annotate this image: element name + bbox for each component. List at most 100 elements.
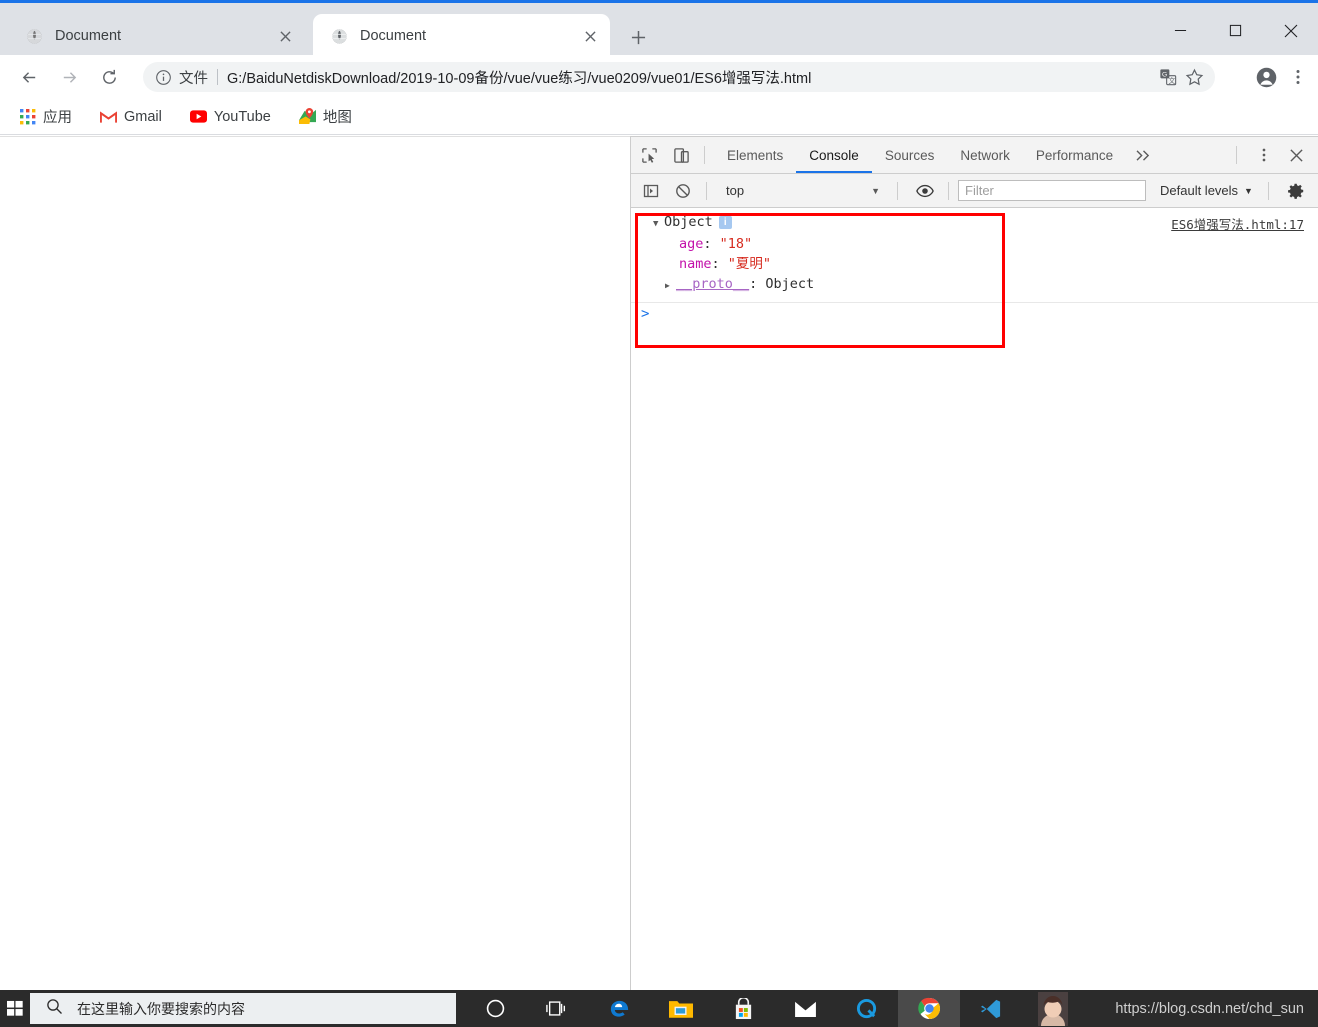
quark-browser-icon[interactable] (836, 990, 898, 1027)
object-proto-row[interactable]: ▶ __proto__: Object (653, 274, 1318, 296)
translate-icon[interactable]: G文 (1155, 64, 1181, 90)
toolbar-divider (948, 181, 949, 200)
bookmark-label: Gmail (124, 108, 162, 125)
svg-text:文: 文 (1168, 76, 1175, 85)
console-toolbar: top ▼ Filter Default levels ▼ (631, 174, 1318, 208)
tab-close-icon[interactable] (578, 24, 602, 48)
browser-toolbar: 文件 G:/BaiduNetdiskDownload/2019-10-09备份/… (0, 55, 1318, 99)
devtools-tab-elements[interactable]: Elements (714, 137, 796, 173)
maximize-icon[interactable] (1208, 6, 1263, 55)
property-key: age (679, 236, 704, 252)
windows-taskbar: 在这里输入你要搜索的内容 https://blog.csdn.net/chd_s… (0, 990, 1318, 1027)
toolbar-divider (1236, 146, 1237, 164)
toolbar-right-actions (1250, 62, 1314, 92)
arrow-right-icon[interactable] (54, 62, 84, 92)
browser-tab-1[interactable]: Document (313, 14, 610, 58)
property-key: name (679, 256, 712, 272)
task-view-icon[interactable] (526, 990, 588, 1027)
url-text: G:/BaiduNetdiskDownload/2019-10-09备份/vue… (227, 70, 812, 87)
toolbar-divider (897, 181, 898, 200)
property-value: "夏明" (727, 256, 772, 272)
proto-colon: : (749, 276, 766, 292)
more-vertical-icon[interactable] (1250, 141, 1278, 169)
console-message-row[interactable]: ES6增强写法.html:17 ▼ Object i age: "18" name:… (631, 208, 1318, 298)
bookmark-maps[interactable]: 地图 (296, 104, 355, 130)
file-explorer-icon[interactable] (650, 990, 712, 1027)
object-label: Object (664, 214, 713, 230)
reload-icon[interactable] (94, 62, 124, 92)
live-expression-eye-icon[interactable] (911, 177, 939, 205)
clear-console-icon[interactable] (669, 177, 697, 205)
browser-titlebar: Document Document (0, 0, 1318, 58)
console-filter-placeholder: Filter (965, 183, 994, 198)
property-colon: : (703, 236, 720, 252)
info-circle-icon[interactable] (155, 69, 172, 86)
more-vertical-icon[interactable] (1282, 62, 1314, 92)
watermark-text: https://blog.csdn.net/chd_sun (1115, 1000, 1304, 1017)
devtools-panel: Elements Console Sources Network Perform… (630, 136, 1318, 990)
search-placeholder: 在这里输入你要搜索的内容 (77, 1000, 245, 1017)
bookmarks-bar: 应用 Gmail YouTube 地图 (0, 99, 1318, 135)
url-scheme-label: 文件 (179, 70, 208, 87)
console-output-area[interactable]: ES6增强写法.html:17 ▼ Object i age: "18" name:… (631, 208, 1318, 990)
mail-icon[interactable] (774, 990, 836, 1027)
bookmark-youtube[interactable]: YouTube (187, 104, 274, 130)
toolbar-divider (704, 146, 705, 164)
property-value: "18" (719, 236, 753, 252)
object-property-row[interactable]: name: "夏明" (653, 254, 1318, 274)
account-circle-icon[interactable] (1250, 62, 1282, 92)
devtools-tab-console[interactable]: Console (796, 137, 872, 173)
avatar-icon[interactable] (1022, 990, 1084, 1027)
page-viewport (0, 136, 630, 990)
devtools-tab-performance[interactable]: Performance (1023, 137, 1126, 173)
cortana-icon[interactable] (464, 990, 526, 1027)
apps-grid-icon (19, 108, 36, 125)
new-tab-button[interactable] (625, 24, 651, 50)
chevron-right-icon[interactable]: ▶ (665, 276, 676, 296)
console-filter-input[interactable]: Filter (958, 180, 1146, 201)
edge-icon[interactable] (588, 990, 650, 1027)
info-badge-icon[interactable]: i (718, 216, 732, 229)
star-icon[interactable] (1181, 64, 1207, 90)
devtools-tab-sources[interactable]: Sources (872, 137, 948, 173)
taskbar-icons (464, 990, 1084, 1027)
devtools-tab-network[interactable]: Network (947, 137, 1023, 173)
chevron-double-right-icon[interactable] (1126, 137, 1161, 173)
minimize-icon[interactable] (1153, 6, 1208, 55)
device-toolbar-icon[interactable] (667, 141, 695, 169)
gmail-icon (100, 108, 117, 125)
microsoft-store-icon[interactable] (712, 990, 774, 1027)
youtube-icon (189, 108, 207, 125)
console-source-link[interactable]: ES6增强写法.html:17 (1171, 214, 1304, 233)
console-context-selector[interactable]: top ▼ (716, 180, 888, 202)
vscode-icon[interactable] (960, 990, 1022, 1027)
taskbar-search-input[interactable]: 在这里输入你要搜索的内容 (30, 993, 456, 1024)
search-icon (46, 998, 63, 1020)
settings-gear-icon[interactable] (1282, 177, 1310, 205)
browser-tab-0[interactable]: Document (8, 14, 305, 58)
globe-icon (331, 28, 348, 45)
console-input-prompt[interactable]: > (631, 303, 1318, 325)
windows-start-icon[interactable] (0, 990, 30, 1027)
close-icon[interactable] (1263, 6, 1318, 55)
chrome-icon[interactable] (898, 990, 960, 1027)
chevron-down-icon: ▼ (1244, 185, 1253, 196)
globe-icon (26, 28, 43, 45)
console-sidebar-icon[interactable] (637, 177, 665, 205)
tab-close-icon[interactable] (273, 24, 297, 48)
close-icon[interactable] (1282, 141, 1310, 169)
console-levels-dropdown[interactable]: Default levels ▼ (1160, 183, 1253, 198)
inspect-element-icon[interactable] (635, 141, 663, 169)
chevron-down-icon[interactable]: ▼ (653, 214, 664, 234)
console-context-value: top (726, 183, 745, 198)
object-property-row[interactable]: age: "18" (653, 234, 1318, 254)
bookmark-gmail[interactable]: Gmail (97, 104, 165, 130)
prompt-caret-icon: > (641, 306, 650, 322)
bookmark-apps[interactable]: 应用 (16, 104, 75, 130)
chevron-down-icon: ▼ (871, 185, 880, 196)
browser-tab-title: Document (55, 28, 122, 44)
proto-value: Object (765, 276, 815, 292)
bookmark-label: 应用 (43, 110, 72, 126)
address-bar[interactable]: 文件 G:/BaiduNetdiskDownload/2019-10-09备份/… (143, 62, 1215, 92)
arrow-left-icon[interactable] (14, 62, 44, 92)
